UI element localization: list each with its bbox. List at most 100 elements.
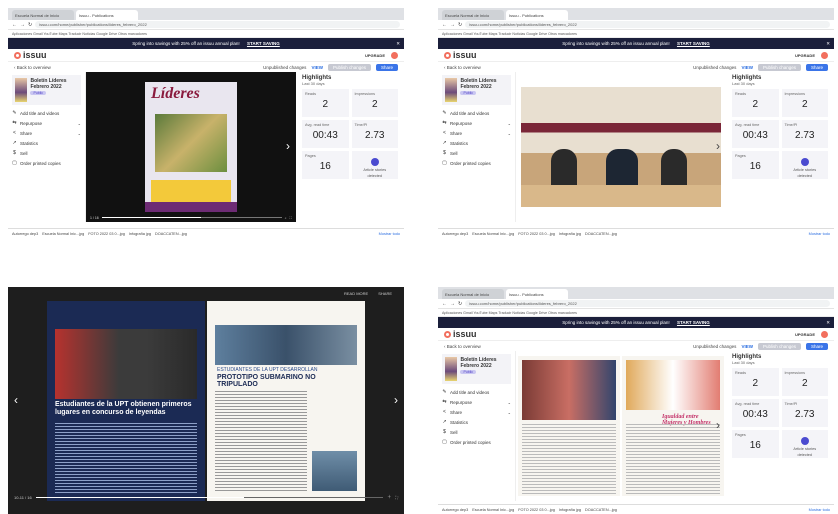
back-to-overview-link[interactable]: ‹ Back to overview — [444, 344, 481, 349]
download-item[interactable]: Autorrego dep3 — [12, 232, 38, 236]
fullscreen-icon[interactable]: ⛶ — [290, 216, 292, 220]
menu-item-repurpose[interactable]: ⇆ Repurpose ⌄ — [442, 397, 511, 407]
bookmarks-bar[interactable]: Aplicaciones Gmail YouTube Maps Traducir… — [438, 30, 834, 38]
publish-changes-button[interactable]: Publish changes — [757, 342, 801, 350]
upgrade-link[interactable]: UPGRADE — [795, 332, 815, 337]
start-saving-link[interactable]: START SAVING — [247, 41, 280, 46]
browser-tab[interactable]: Escuela Normal de Inicio — [12, 10, 74, 20]
forward-icon[interactable]: → — [450, 22, 455, 28]
download-item[interactable]: Autorrego dep3 — [442, 232, 468, 236]
menu-item-sell[interactable]: $ Sell — [442, 427, 511, 437]
menu-item-statistics[interactable]: ↗ Statistics — [12, 138, 81, 148]
download-item[interactable]: Escuela Normal Inic...jpg — [42, 232, 84, 236]
document-viewer[interactable]: › — [516, 72, 726, 222]
download-item[interactable]: Infografía jpg — [559, 232, 581, 236]
view-link[interactable]: VIEW — [311, 65, 323, 70]
share-button[interactable]: Share — [375, 63, 398, 71]
browser-tab[interactable]: Escuela Normal de Inicio — [442, 289, 504, 299]
show-all-link[interactable]: Mostrar todo — [809, 508, 830, 512]
download-item[interactable]: Autorrego dep3 — [442, 508, 468, 512]
reload-icon[interactable]: ↻ — [28, 22, 32, 28]
next-page-icon[interactable]: › — [716, 139, 720, 153]
close-icon[interactable]: ✕ — [826, 38, 830, 49]
back-to-overview-link[interactable]: ‹ Back to overview — [14, 65, 51, 70]
menu-item-repurpose[interactable]: ⇆ Repurpose ⌄ — [442, 118, 511, 128]
share-button[interactable]: Share — [805, 342, 828, 350]
menu-item-share[interactable]: < Share ⌄ — [442, 128, 511, 138]
publish-changes-button[interactable]: Publish changes — [757, 63, 801, 71]
download-item[interactable]: DOACCATEN...jpg — [585, 232, 617, 236]
menu-item-add-title[interactable]: ✎ Add title and videos — [442, 387, 511, 397]
bookmarks-bar[interactable]: Aplicaciones Gmail YouTube Maps Traducir… — [438, 309, 834, 317]
next-page-icon[interactable]: › — [394, 393, 398, 407]
browser-tab[interactable]: Escuela Normal de Inicio — [442, 10, 504, 20]
share-link[interactable]: SHARE — [378, 291, 392, 296]
upgrade-link[interactable]: UPGRADE — [795, 53, 815, 58]
reader-body[interactable]: ‹ Estudiantes de la UPT obtienen primero… — [8, 299, 404, 502]
menu-item-statistics[interactable]: ↗ Statistics — [442, 417, 511, 427]
url-input[interactable]: issuu.com/home/publisher/publications/li… — [465, 300, 830, 307]
menu-item-share[interactable]: < Share ⌄ — [12, 128, 81, 138]
issuu-logo[interactable]: issuu — [444, 329, 477, 339]
upgrade-link[interactable]: UPGRADE — [365, 53, 385, 58]
download-item[interactable]: DOACCATEN...jpg — [585, 508, 617, 512]
close-icon[interactable]: ✕ — [396, 38, 400, 49]
document-viewer[interactable]: Igualdad entre Mujeres y Hombres › — [516, 351, 726, 501]
page-slider[interactable] — [101, 217, 282, 218]
browser-tab-active[interactable]: Issuu - Publications — [506, 289, 568, 299]
forward-icon[interactable]: → — [20, 22, 25, 28]
back-icon[interactable]: ← — [12, 22, 17, 28]
menu-item-share[interactable]: < Share ⌄ — [442, 407, 511, 417]
fullscreen-icon[interactable]: ⛶ — [395, 495, 398, 500]
reload-icon[interactable]: ↻ — [458, 22, 462, 28]
bookmarks-bar[interactable]: Aplicaciones Gmail YouTube Maps Traducir… — [8, 30, 404, 38]
download-item[interactable]: FOTO 2022 03 0...jpg — [88, 232, 125, 236]
menu-item-add-title[interactable]: ✎ Add title and videos — [12, 108, 81, 118]
avatar[interactable] — [391, 51, 398, 59]
view-link[interactable]: VIEW — [741, 344, 753, 349]
url-input[interactable]: issuu.com/home/publisher/publications/li… — [35, 21, 400, 28]
menu-item-sell[interactable]: $ Sell — [12, 148, 81, 158]
download-item[interactable]: FOTO 2022 03 0...jpg — [518, 508, 555, 512]
menu-item-order-copies[interactable]: ▢ Order printed copies — [12, 158, 81, 168]
avatar[interactable] — [821, 51, 828, 59]
avatar[interactable] — [821, 330, 828, 338]
view-link[interactable]: VIEW — [741, 65, 753, 70]
menu-item-order-copies[interactable]: ▢ Order printed copies — [442, 158, 511, 168]
show-all-link[interactable]: Mostrar todo — [379, 232, 400, 236]
document-viewer[interactable]: Líderes › 1 / 16 ⌕ ⛶ — [86, 72, 296, 222]
next-page-icon[interactable]: › — [286, 139, 290, 153]
publish-changes-button[interactable]: Publish changes — [327, 63, 371, 71]
menu-item-statistics[interactable]: ↗ Statistics — [442, 138, 511, 148]
back-icon[interactable]: ← — [442, 301, 447, 307]
previous-page-icon[interactable]: ‹ — [14, 393, 18, 407]
show-all-link[interactable]: Mostrar todo — [809, 232, 830, 236]
zoom-icon[interactable]: ＋ — [387, 494, 391, 500]
download-item[interactable]: Escuela Normal Inic...jpg — [472, 232, 514, 236]
browser-tab-active[interactable]: Issuu - Publications — [506, 10, 568, 20]
browser-tab-active[interactable]: Issuu - Publications — [76, 10, 138, 20]
page-slider[interactable] — [35, 496, 384, 498]
back-to-overview-link[interactable]: ‹ Back to overview — [444, 65, 481, 70]
read-more-link[interactable]: READ MORE — [344, 291, 368, 296]
menu-item-add-title[interactable]: ✎ Add title and videos — [442, 108, 511, 118]
forward-icon[interactable]: → — [450, 301, 455, 307]
menu-item-order-copies[interactable]: ▢ Order printed copies — [442, 437, 511, 447]
back-icon[interactable]: ← — [442, 22, 447, 28]
download-item[interactable]: Escuela Normal Inic...jpg — [472, 508, 514, 512]
reload-icon[interactable]: ↻ — [458, 301, 462, 307]
menu-item-sell[interactable]: $ Sell — [442, 148, 511, 158]
zoom-icon[interactable]: ⌕ — [285, 216, 287, 220]
download-item[interactable]: Infografía jpg — [129, 232, 151, 236]
share-button[interactable]: Share — [805, 63, 828, 71]
close-icon[interactable]: ✕ — [826, 317, 830, 328]
url-input[interactable]: issuu.com/home/publisher/publications/li… — [465, 21, 830, 28]
menu-item-repurpose[interactable]: ⇆ Repurpose ⌄ — [12, 118, 81, 128]
download-item[interactable]: FOTO 2022 03 0...jpg — [518, 232, 555, 236]
issuu-logo[interactable]: issuu — [444, 50, 477, 60]
issuu-logo[interactable]: issuu — [14, 50, 47, 60]
next-page-icon[interactable]: › — [716, 418, 720, 432]
download-item[interactable]: Infografía jpg — [559, 508, 581, 512]
start-saving-link[interactable]: START SAVING — [677, 320, 710, 325]
start-saving-link[interactable]: START SAVING — [677, 41, 710, 46]
